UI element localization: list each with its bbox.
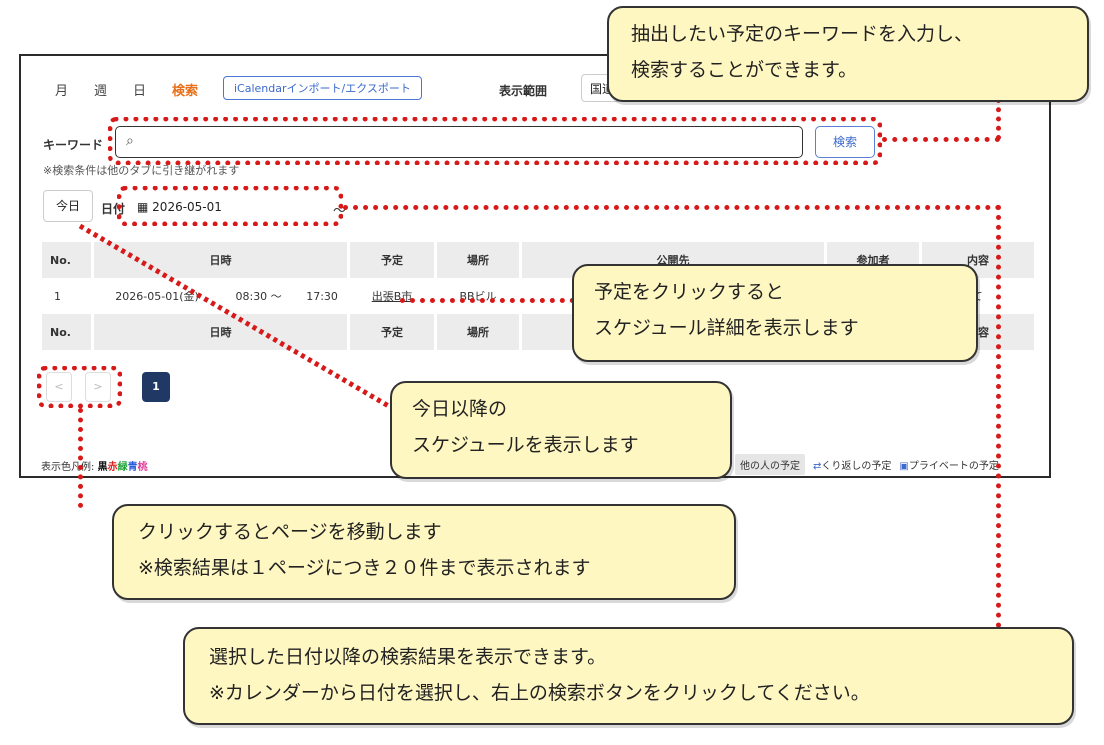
callout-keyword-line1: 抽出したい予定のキーワードを入力し、 bbox=[631, 23, 974, 45]
callout-today: 今日以降の スケジュールを表示します bbox=[390, 381, 732, 479]
callout-today-line1: 今日以降の bbox=[412, 398, 508, 420]
callout-today-line2: スケジュールを表示します bbox=[412, 434, 639, 456]
callout-schedule: 予定をクリックすると スケジュール詳細を表示します bbox=[572, 264, 978, 362]
callout-schedule-line1: 予定をクリックすると bbox=[594, 281, 785, 303]
callout-date-line2: ※カレンダーから日付を選択し、右上の検索ボタンをクリックしてください。 bbox=[209, 682, 870, 704]
callout-paging: クリックするとページを移動します ※検索結果は１ページにつき２０件まで表示されま… bbox=[112, 504, 736, 600]
callout-date-line1: 選択した日付以降の検索結果を表示できます。 bbox=[209, 646, 607, 668]
callout-paging-line1: クリックするとページを移動します bbox=[138, 521, 442, 543]
callout-paging-line2: ※検索結果は１ページにつき２０件まで表示されます bbox=[138, 557, 591, 579]
callout-keyword-line2: 検索することができます。 bbox=[631, 59, 858, 81]
callout-schedule-line2: スケジュール詳細を表示します bbox=[594, 317, 859, 339]
callout-date: 選択した日付以降の検索結果を表示できます。 ※カレンダーから日付を選択し、右上の… bbox=[183, 627, 1074, 725]
callout-keyword: 抽出したい予定のキーワードを入力し、 検索することができます。 bbox=[607, 6, 1089, 102]
